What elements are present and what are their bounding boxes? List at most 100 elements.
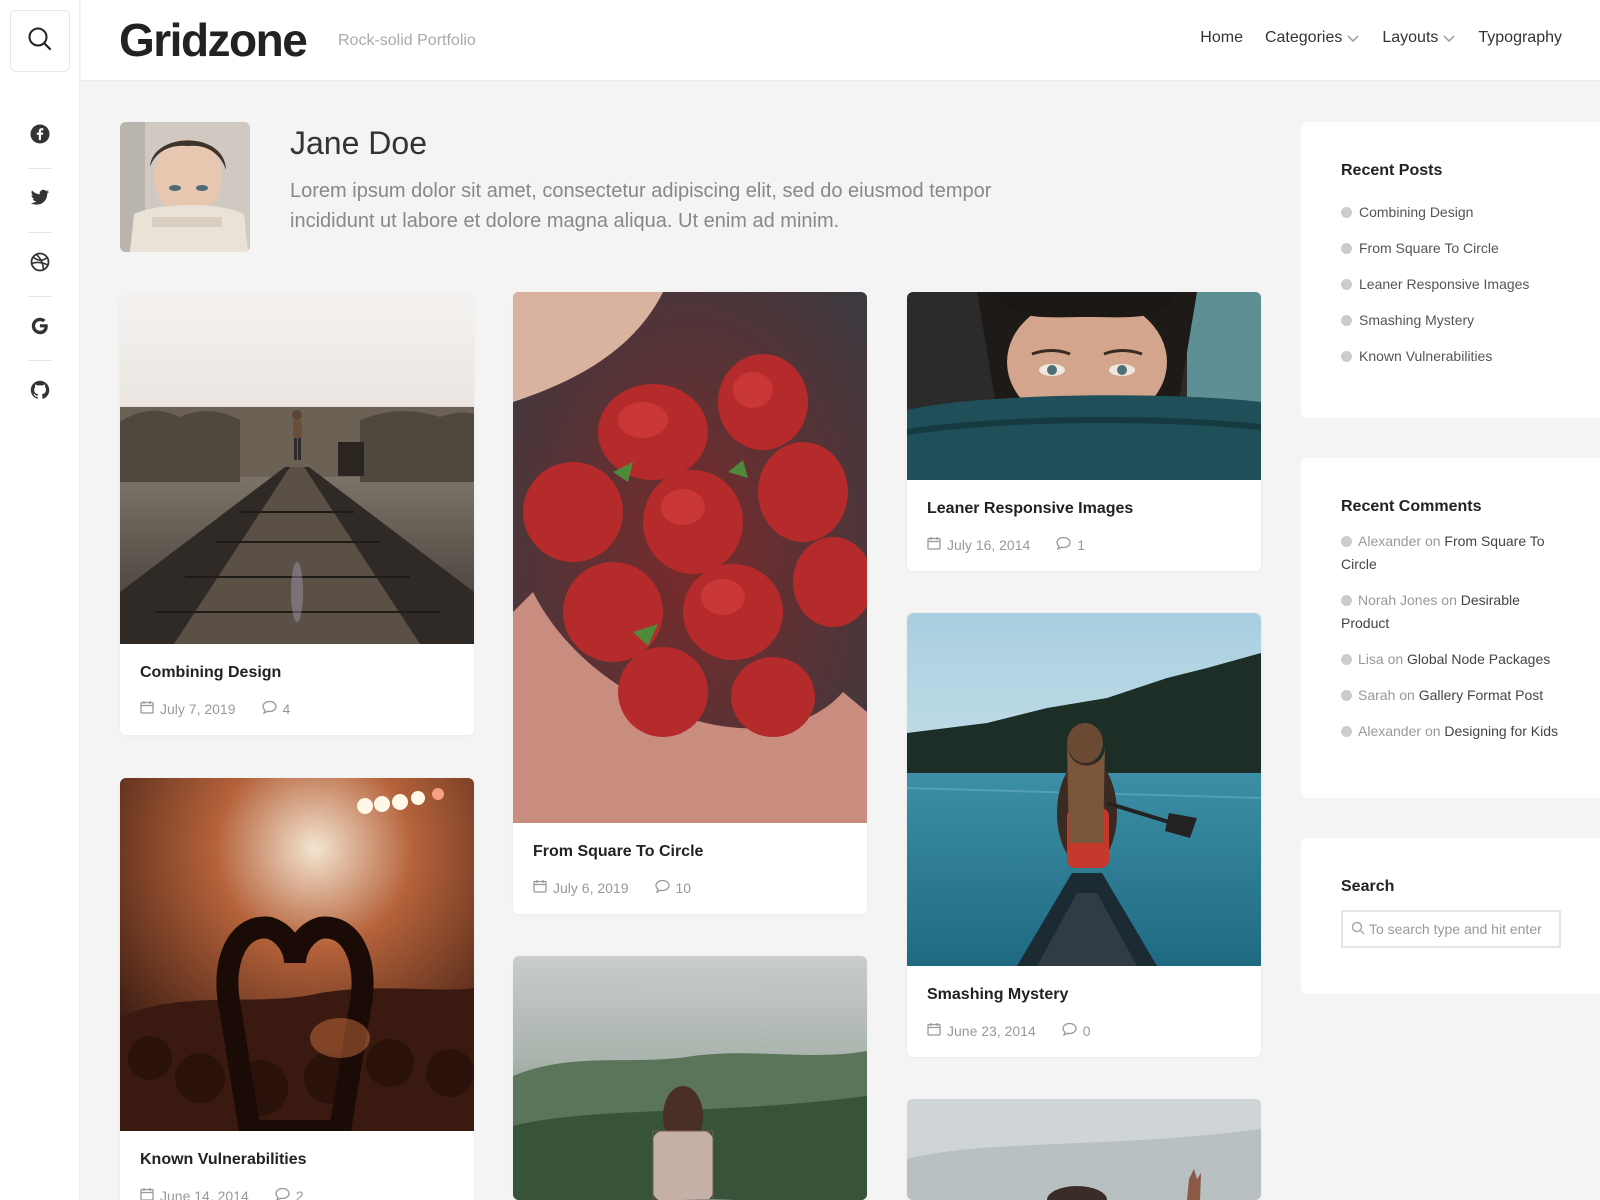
post-title[interactable]: Known Vulnerabilities: [140, 1151, 454, 1169]
comment-author: Sarah: [1358, 687, 1396, 703]
twitter-icon: [30, 189, 50, 212]
comment-post-link[interactable]: Designing for Kids: [1444, 723, 1558, 739]
comment-on-text: on: [1387, 651, 1404, 667]
post-comment-count[interactable]: 0: [1083, 1023, 1091, 1039]
post-meta: July 6, 2019 10: [533, 879, 847, 896]
nav-categories[interactable]: Categories: [1265, 29, 1360, 47]
recent-post-title: From Square To Circle: [1359, 240, 1499, 256]
nav-typography[interactable]: Typography: [1478, 29, 1562, 47]
comment-bubble-icon: [1341, 536, 1352, 547]
comment-post-link[interactable]: Gallery Format Post: [1419, 687, 1543, 703]
post-card[interactable]: Leaner Responsive Images July 16, 2014 1: [907, 292, 1261, 571]
post-date: June 23, 2014: [947, 1022, 1036, 1039]
post-card[interactable]: [907, 1099, 1261, 1200]
post-date: July 16, 2014: [947, 536, 1031, 553]
chevron-down-icon: [1442, 31, 1456, 45]
clock-icon: [1341, 350, 1352, 362]
post-card[interactable]: Smashing Mystery June 23, 2014 0: [907, 613, 1261, 1057]
search-input[interactable]: [1369, 921, 1549, 937]
post-image: [513, 956, 867, 1200]
post-title[interactable]: Smashing Mystery: [927, 986, 1241, 1004]
post-meta: July 16, 2014 1: [927, 536, 1241, 553]
post-card[interactable]: From Square To Circle July 6, 2019 10: [513, 292, 867, 914]
post-title[interactable]: From Square To Circle: [533, 843, 847, 861]
social-link-github[interactable]: [0, 360, 80, 424]
comment-bubble-icon: [1341, 654, 1352, 665]
site-header: Gridzone Rock-solid Portfolio Home Categ…: [81, 0, 1600, 81]
post-title[interactable]: Leaner Responsive Images: [927, 500, 1241, 518]
facebook-icon: [30, 124, 50, 149]
post-image: [907, 1099, 1261, 1200]
recent-post-link[interactable]: Combining Design: [1341, 194, 1581, 230]
nav-home[interactable]: Home: [1200, 29, 1243, 47]
search-widget: Search: [1301, 838, 1600, 994]
recent-post-link[interactable]: Leaner Responsive Images: [1341, 266, 1581, 302]
comment-post-link[interactable]: Global Node Packages: [1407, 651, 1550, 667]
recent-comment: Alexander on Designing for Kids: [1341, 720, 1561, 743]
recent-comment: Alexander on From Square To Circle: [1341, 530, 1561, 576]
comment-author: Alexander: [1358, 533, 1422, 549]
post-card[interactable]: [513, 956, 867, 1200]
post-image: [513, 292, 867, 823]
post-card[interactable]: Known Vulnerabilities June 14, 2014 2: [120, 778, 474, 1200]
comment-on-text: on: [1424, 723, 1441, 739]
recent-post-title: Leaner Responsive Images: [1359, 276, 1530, 292]
nav-layouts[interactable]: Layouts: [1382, 29, 1456, 47]
left-sidebar: [0, 0, 80, 1200]
recent-comment: Lisa on Global Node Packages: [1341, 648, 1561, 671]
post-date: July 7, 2019: [160, 700, 236, 717]
calendar-icon: [533, 879, 547, 896]
calendar-icon: [927, 1022, 941, 1039]
comment-author: Lisa: [1358, 651, 1384, 667]
recent-post-link[interactable]: From Square To Circle: [1341, 230, 1581, 266]
nav-home-label: Home: [1200, 29, 1243, 46]
social-link-twitter[interactable]: [0, 168, 80, 232]
search-icon: [1351, 921, 1365, 938]
post-comment-count[interactable]: 1: [1077, 537, 1085, 553]
post-image: [120, 292, 474, 644]
post-date: June 14, 2014: [160, 1187, 249, 1200]
comment-icon: [1062, 1022, 1077, 1039]
recent-comment: Norah Jones on Desirable Product: [1341, 589, 1561, 635]
recent-comments-heading: Recent Comments: [1341, 498, 1482, 515]
main-nav: Home Categories Layouts Typography: [1200, 29, 1562, 47]
comment-bubble-icon: [1341, 726, 1352, 737]
comment-icon: [261, 700, 277, 717]
recent-post-title: Combining Design: [1359, 204, 1474, 220]
recent-post-link[interactable]: Smashing Mystery: [1341, 302, 1581, 338]
post-comment-count[interactable]: 4: [283, 701, 291, 717]
post-comment-count[interactable]: 10: [676, 880, 692, 896]
search-field: [1341, 910, 1561, 948]
calendar-icon: [927, 536, 941, 553]
post-date: July 6, 2019: [553, 879, 629, 896]
author-avatar: [120, 122, 250, 252]
clock-icon: [1341, 206, 1352, 218]
comment-author: Alexander: [1358, 723, 1422, 739]
post-meta: June 23, 2014 0: [927, 1022, 1241, 1039]
clock-icon: [1341, 314, 1352, 326]
post-card[interactable]: Combining Design July 7, 2019 4: [120, 292, 474, 735]
comment-icon: [654, 879, 670, 896]
post-image: [907, 613, 1261, 966]
clock-icon: [1341, 242, 1352, 254]
post-image: [120, 778, 474, 1131]
chevron-down-icon: [1346, 31, 1360, 45]
post-comment-count[interactable]: 2: [296, 1188, 304, 1200]
recent-posts-widget: Recent Posts Combining Design From Squar…: [1301, 122, 1600, 418]
post-title[interactable]: Combining Design: [140, 664, 454, 682]
site-logo[interactable]: Gridzone: [119, 13, 308, 67]
social-link-facebook[interactable]: [0, 104, 80, 168]
search-toggle-button[interactable]: [10, 10, 70, 72]
comment-on-text: on: [1399, 687, 1415, 703]
comment-on-text: on: [1424, 533, 1441, 549]
post-meta: June 14, 2014 2: [140, 1187, 454, 1200]
comment-bubble-icon: [1341, 690, 1352, 701]
github-icon: [30, 380, 50, 405]
post-image: [907, 292, 1261, 480]
recent-post-link[interactable]: Known Vulnerabilities: [1341, 338, 1581, 374]
social-link-google[interactable]: [0, 296, 80, 360]
comment-icon: [1056, 536, 1071, 553]
social-link-dribbble[interactable]: [0, 232, 80, 296]
calendar-icon: [140, 1187, 154, 1200]
recent-comment: Sarah on Gallery Format Post: [1341, 684, 1561, 707]
